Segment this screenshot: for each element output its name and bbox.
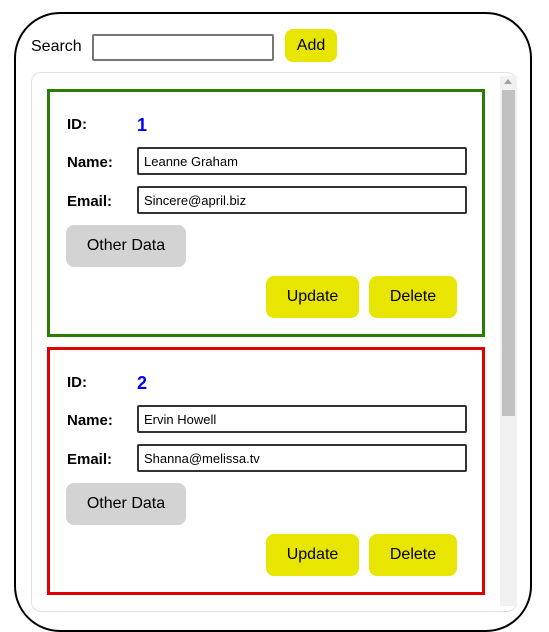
name-label: Name:	[67, 412, 113, 429]
email-field[interactable]: Shanna@melissa.tv	[137, 444, 467, 472]
update-button[interactable]: Update	[266, 534, 359, 576]
name-field[interactable]: Ervin Howell	[137, 405, 467, 433]
name-field[interactable]: Leanne Graham	[137, 147, 467, 175]
user-id: 2	[137, 373, 148, 393]
other-data-button[interactable]: Other Data	[66, 483, 186, 525]
scrollbar[interactable]	[500, 76, 517, 606]
other-data-button[interactable]: Other Data	[66, 225, 186, 267]
delete-button[interactable]: Delete	[369, 276, 457, 318]
id-label: ID:	[67, 374, 87, 391]
search-input[interactable]	[92, 34, 274, 61]
scroll-up-arrow-icon[interactable]	[504, 79, 512, 84]
delete-button[interactable]: Delete	[369, 534, 457, 576]
user-card: ID: 2 Name: Ervin Howell Email: Shanna@m…	[47, 347, 485, 595]
name-label: Name:	[67, 154, 113, 171]
add-button[interactable]: Add	[285, 29, 337, 62]
email-field[interactable]: Sincere@april.biz	[137, 186, 467, 214]
search-label: Search	[31, 38, 82, 55]
user-card: ID: 1 Name: Leanne Graham Email: Sincere…	[47, 89, 485, 337]
id-label: ID:	[67, 116, 87, 133]
scrollbar-thumb[interactable]	[502, 90, 515, 416]
user-id: 1	[137, 115, 148, 135]
email-label: Email:	[67, 193, 113, 210]
update-button[interactable]: Update	[266, 276, 359, 318]
email-label: Email:	[67, 451, 113, 468]
